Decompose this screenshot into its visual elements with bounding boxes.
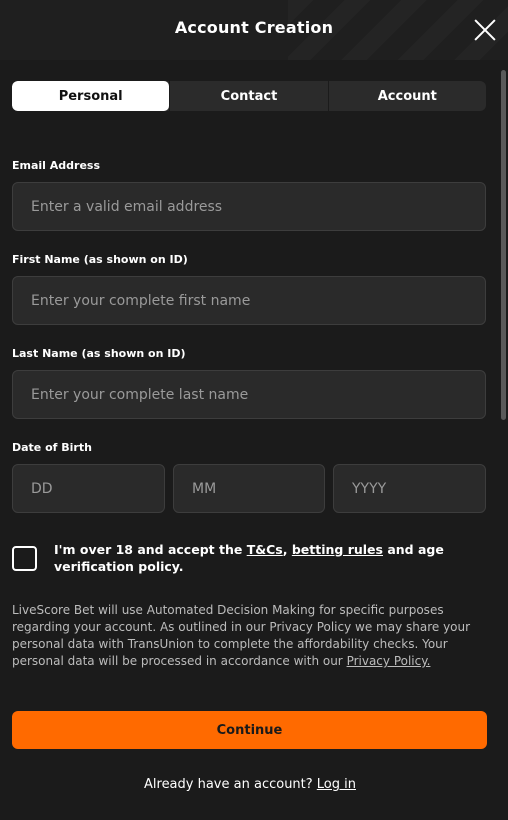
dob-label: Date of Birth [12,441,92,454]
last-name-field-wrapper [12,370,486,419]
step-tabs: Personal Contact Account [12,81,486,111]
tab-personal[interactable]: Personal [12,81,170,111]
dob-month-wrapper [173,464,325,513]
modal-header: Account Creation [0,0,508,60]
close-icon[interactable] [474,19,496,41]
age-consent-text: I'm over 18 and accept the T&Cs, betting… [54,541,474,575]
last-name-field[interactable] [31,386,467,403]
dob-year-wrapper [333,464,486,513]
privacy-policy-link[interactable]: Privacy Policy. [347,654,431,668]
age-consent-checkbox[interactable] [12,546,37,571]
dob-day-field[interactable] [31,480,146,497]
tab-account[interactable]: Account [327,81,486,111]
modal-title: Account Creation [174,18,334,37]
privacy-notice: LiveScore Bet will use Automated Decisio… [12,602,478,670]
tcs-link[interactable]: T&Cs [247,542,283,557]
continue-button[interactable]: Continue [12,711,487,749]
dob-year-field[interactable] [352,480,467,497]
login-prompt-text: Already have an account? [144,777,317,792]
last-name-label: Last Name (as shown on ID) [12,347,186,360]
betting-rules-link[interactable]: betting rules [292,542,383,557]
consent-separator: , [282,542,292,557]
tab-contact[interactable]: Contact [169,81,327,111]
dob-day-wrapper [12,464,165,513]
dob-month-field[interactable] [192,480,306,497]
email-field[interactable] [31,198,467,215]
first-name-label: First Name (as shown on ID) [12,253,188,266]
first-name-field[interactable] [31,292,467,309]
email-field-wrapper [12,182,486,231]
scrollbar[interactable] [501,70,506,420]
consent-text-part1: I'm over 18 and accept the [54,542,247,557]
login-prompt: Already have an account? Log in [0,777,500,792]
email-label: Email Address [12,159,101,172]
login-link[interactable]: Log in [317,777,356,792]
first-name-field-wrapper [12,276,486,325]
account-creation-modal: Account Creation Personal Contact Accoun… [0,0,508,820]
